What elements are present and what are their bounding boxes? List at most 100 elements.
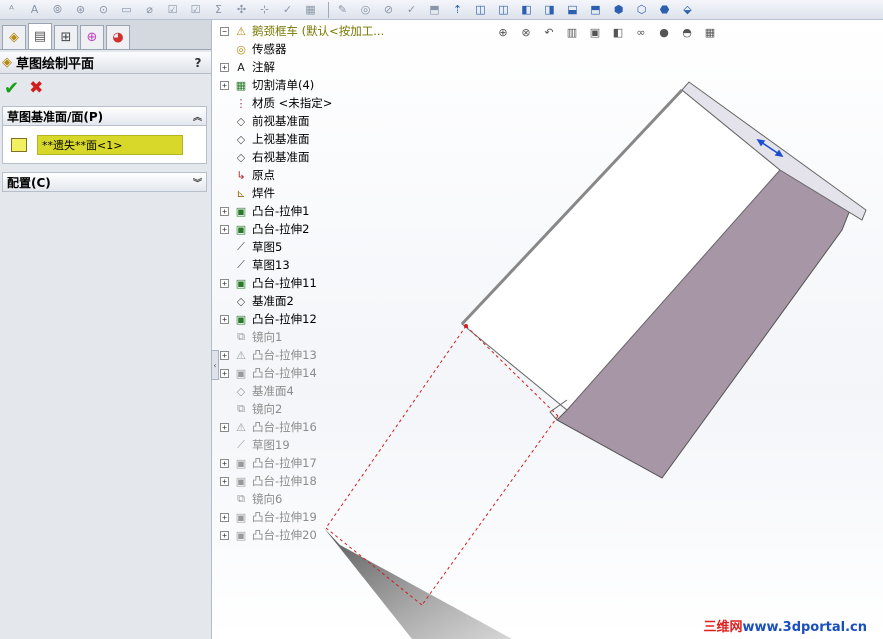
ok-button[interactable]: ✔ [4,78,19,99]
expand-toggle[interactable]: + [220,512,229,522]
expand-toggle[interactable]: + [220,206,229,216]
tree-item[interactable]: ⧉ 镜向6 [220,490,282,508]
top-view-icon[interactable]: ⬓ [563,1,582,18]
expand-toggle[interactable]: + [220,476,229,486]
datum-icon[interactable]: ▭ [117,1,136,18]
help-button[interactable]: ? [191,56,205,70]
tree-item[interactable]: ◎ 传感器 [220,40,286,58]
expand-toggle[interactable]: + [220,314,229,324]
tree-item[interactable]: ⟋ 草图19 [220,436,290,454]
tree-item[interactable]: + ▦ 切割清单(4) [220,76,314,94]
configuration-manager-tab[interactable]: ⊞ [54,25,78,49]
tree-item[interactable]: + ▣ 凸台-拉伸19 [220,508,317,526]
collapse-toggle[interactable]: − [220,26,229,36]
expand-icon[interactable]: ︾ [193,176,202,189]
zoom-to-fit-icon[interactable]: ⊕ [495,24,511,40]
tree-root[interactable]: − ⚠ 鹅颈框车 (默认<按加工... [220,22,384,40]
back-view-icon[interactable]: ◫ [494,1,513,18]
plane-selection-box[interactable]: **遗失**面<1> [37,134,183,155]
auto-balloon-icon[interactable]: ⊛ [71,1,90,18]
zoom-area-icon[interactable]: ⊗ [518,24,534,40]
expand-toggle[interactable]: + [220,422,229,432]
display-manager-tab[interactable]: ◕ [106,25,130,49]
expand-toggle[interactable]: + [220,530,229,540]
display-style-icon[interactable]: ◧ [610,24,626,40]
bottom-view-icon[interactable]: ⬒ [586,1,605,18]
tree-item[interactable]: + ▣ 凸台-拉伸11 [220,274,317,292]
table-icon[interactable]: ▦ [301,1,320,18]
trimetric-icon[interactable]: ⬡ [632,1,651,18]
tree-item[interactable]: + ▣ 凸台-拉伸2 [220,220,309,238]
expand-toggle[interactable]: + [220,350,229,360]
graphics-area[interactable] [212,20,883,639]
tree-item[interactable]: ↳ 原点 [220,166,275,184]
checkbox-icon[interactable]: ☑ [186,1,205,18]
dimxpert-manager-tab[interactable]: ⊕ [80,25,104,49]
weld-symbol-icon[interactable]: ⊙ [94,1,113,18]
tree-item[interactable]: + A 注解 [220,58,275,76]
tree-item[interactable]: + ▣ 凸台-拉伸20 [220,526,317,544]
expand-toggle[interactable]: + [220,224,229,234]
tree-item[interactable]: ⧉ 镜向2 [220,400,282,418]
panel-splitter-handle[interactable]: ‹ [211,350,219,380]
tree-item[interactable]: + ▣ 凸台-拉伸17 [220,454,317,472]
tree-item[interactable]: ◇ 右视基准面 [220,148,310,166]
expand-toggle[interactable]: + [220,278,229,288]
tree-item[interactable]: ◇ 基准面4 [220,382,294,400]
up-arrow-icon[interactable]: ⇡ [448,1,467,18]
hole-callout-icon[interactable]: ⌀ [140,1,159,18]
tree-item[interactable]: ⋮ 材质 <未指定> [220,94,333,112]
tree-item[interactable]: + ▣ 凸台-拉伸1 [220,202,309,220]
expand-toggle[interactable]: + [220,368,229,378]
expand-toggle[interactable]: + [220,62,229,72]
tree-item[interactable]: + ▣ 凸台-拉伸14 [220,364,317,382]
centerline-icon[interactable]: ⊹ [255,1,274,18]
checkbox-icon[interactable]: ☑ [163,1,182,18]
smart-dimension-icon[interactable]: ✓ [278,1,297,18]
previous-view-icon[interactable]: ↶ [541,24,557,40]
view-settings-icon[interactable]: ▦ [702,24,718,40]
expand-toggle[interactable]: + [220,458,229,468]
spellcheck-icon[interactable]: ᴬ [2,1,21,18]
property-manager-tab[interactable]: ▤ [28,23,52,49]
tree-item[interactable]: + ▣ 凸台-拉伸12 [220,310,317,328]
revision-icon[interactable]: ✎ [333,1,352,18]
model-items-icon[interactable]: ◎ [356,1,375,18]
hide-show-icon[interactable]: ∞ [633,24,649,40]
section-view-icon[interactable]: ▥ [564,24,580,40]
tree-item[interactable]: ◇ 前视基准面 [220,112,310,130]
expand-toggle[interactable]: + [220,80,229,90]
tree-item[interactable]: + ⚠ 凸台-拉伸16 [220,418,317,436]
right-view-icon[interactable]: ◨ [540,1,559,18]
tree-item[interactable]: + ⚠ 凸台-拉伸13 [220,346,317,364]
isometric-icon[interactable]: ⬢ [609,1,628,18]
cylinder-icon[interactable]: ⬒ [425,1,444,18]
edit-appearance-icon[interactable]: ● [656,24,672,40]
geometric-tolerance-icon[interactable]: ⊘ [379,1,398,18]
collapse-icon[interactable]: ︽ [193,110,202,123]
tree-item[interactable]: ⊾ 焊件 [220,184,275,202]
balloon-icon[interactable]: ⦾ [48,1,67,18]
tree-item[interactable]: ⧉ 镜向1 [220,328,282,346]
tree-item-label: 上视基准面 [252,132,310,146]
tree-item[interactable]: ◇ 基准面2 [220,292,294,310]
surface-finish-icon[interactable]: ✓ [402,1,421,18]
boss-extrude-icon: ▣ [235,222,247,236]
sketch-plane-group-header[interactable]: 草图基准面/面(P) ︽ [2,106,207,126]
normal-to-icon[interactable]: ⬙ [678,1,697,18]
sum-icon[interactable]: Σ [209,1,228,18]
tree-item[interactable]: + ▣ 凸台-拉伸18 [220,472,317,490]
left-view-icon[interactable]: ◧ [517,1,536,18]
view-orientation-icon[interactable]: ▣ [587,24,603,40]
dimetric-icon[interactable]: ⬣ [655,1,674,18]
feature-manager-tab[interactable]: ◈ [2,25,26,49]
config-group-header[interactable]: 配置(C) ︾ [2,172,207,192]
cancel-button[interactable]: ✖ [29,78,43,98]
tree-item[interactable]: ⟋ 草图5 [220,238,282,256]
tree-item[interactable]: ⟋ 草图13 [220,256,290,274]
apply-scene-icon[interactable]: ◓ [679,24,695,40]
tree-item[interactable]: ◇ 上视基准面 [220,130,310,148]
front-view-icon[interactable]: ◫ [471,1,490,18]
center-mark-icon[interactable]: ✣ [232,1,251,18]
note-icon[interactable]: A [25,1,44,18]
